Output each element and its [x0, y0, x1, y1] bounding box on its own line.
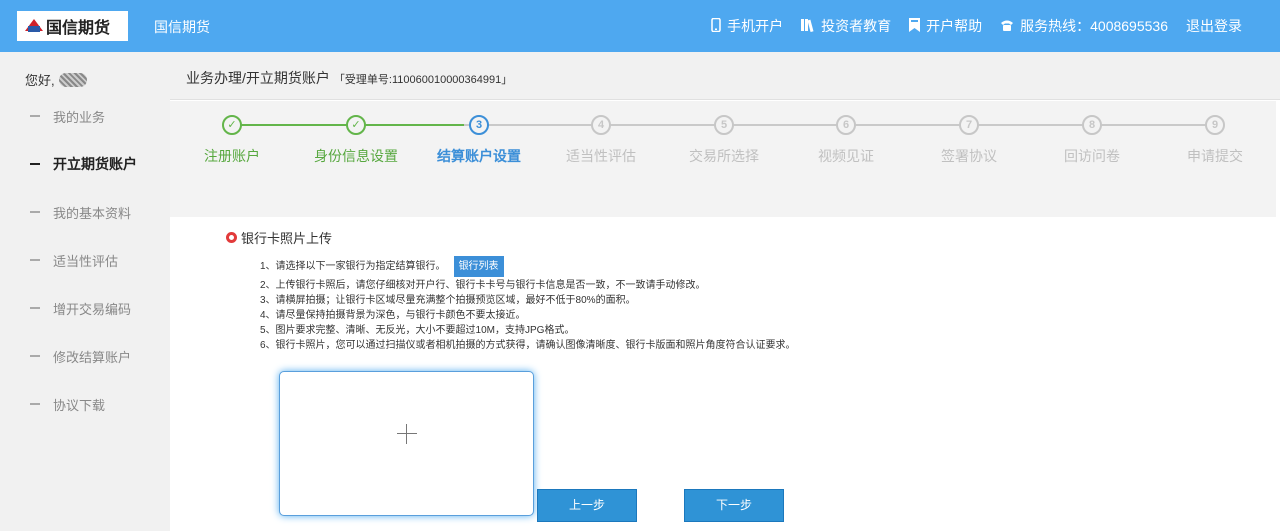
check-icon: ✓	[346, 115, 366, 135]
dash-icon	[30, 211, 40, 213]
order-number: 「受理单号:110060010000364991」	[333, 74, 513, 86]
top-header: 国信期货 国信期货 手机开户 投资者教育 开户帮助 服务热线：400869553…	[0, 0, 1280, 52]
dash-icon	[30, 163, 40, 165]
dash-icon	[30, 115, 40, 117]
sidebar-item-add-trading-code[interactable]: 增开交易编码	[0, 284, 170, 332]
main-panel: 业务办理/开立期货账户 「受理单号:110060010000364991」 ✓ 注册…	[170, 52, 1280, 531]
step-number: 3	[469, 115, 489, 135]
step-label: 结算账户设置	[437, 148, 521, 164]
books-icon	[801, 18, 815, 35]
step-number: 4	[591, 115, 611, 135]
check-icon: ✓	[222, 115, 242, 135]
bank-card-upload-box[interactable]	[279, 371, 534, 516]
step-number: 7	[959, 115, 979, 135]
sidebar-item-agreement-download[interactable]: 协议下载	[0, 380, 170, 428]
sidebar-item-open-futures-account[interactable]: 开立期货账户	[0, 140, 170, 188]
instruction-text: 1、请选择以下一家银行为指定结算银行。	[260, 260, 446, 272]
plus-icon	[397, 424, 417, 444]
breadcrumb-path: 业务办理/开立期货账户	[186, 70, 330, 86]
sidebar-item-label: 协议下载	[53, 397, 106, 413]
sidebar-item-modify-settlement[interactable]: 修改结算账户	[0, 332, 170, 380]
instruction-6: 6、银行卡照片，您可以通过扫描仪或者相机拍摄的方式获得，请确认图像清晰度、银行卡…	[260, 340, 796, 351]
sidebar-menu: 我的业务 开立期货账户 我的基本资料 适当性评估 增开交易编码 修改结算账户 协…	[0, 92, 170, 428]
nav-mobile-open[interactable]: 手机开户	[711, 16, 783, 36]
sidebar-item-label: 修改结算账户	[53, 349, 132, 365]
instruction-4: 4、请尽量保持拍摄背景为深色，与银行卡颜色不要太接近。	[260, 310, 526, 321]
step-label: 回访问卷	[1064, 148, 1120, 164]
step-label: 视频见证	[818, 148, 874, 164]
step-3: 3 结算账户设置	[419, 115, 539, 166]
instructions: 1、请选择以下一家银行为指定结算银行。 银行列表 2、上传银行卡照后，请您仔细核…	[260, 254, 796, 353]
greeting-text: 您好,	[25, 73, 55, 88]
nav-investor-education[interactable]: 投资者教育	[801, 16, 891, 36]
logo-text: 国信期货	[46, 18, 111, 37]
logo-icon	[25, 17, 43, 35]
step-7: 7 签署协议	[909, 115, 1029, 166]
ring-icon	[226, 232, 237, 243]
sidebar: 您好, 我的业务 开立期货账户 我的基本资料 适当性评估 增开交易编码 修改结算…	[0, 52, 170, 531]
nav-investor-education-label: 投资者教育	[821, 18, 892, 34]
nav-open-help-label: 开户帮助	[926, 18, 983, 34]
telephone-icon	[1000, 18, 1014, 34]
breadcrumb-bar: 业务办理/开立期货账户 「受理单号:110060010000364991」	[170, 52, 1280, 100]
top-nav: 手机开户 投资者教育 开户帮助 服务热线：4008695536 退出登录	[711, 0, 1280, 52]
nav-mobile-open-label: 手机开户	[727, 18, 784, 34]
step-label: 适当性评估	[566, 148, 636, 164]
logout-link[interactable]: 退出登录	[1186, 16, 1242, 36]
logo[interactable]: 国信期货	[17, 11, 128, 41]
step-number: 8	[1082, 115, 1102, 135]
dash-icon	[30, 355, 40, 357]
step-number: 9	[1205, 115, 1225, 135]
sidebar-item-basic-info[interactable]: 我的基本资料	[0, 188, 170, 236]
breadcrumb: 业务办理/开立期货账户 「受理单号:110060010000364991」	[186, 68, 512, 88]
step-label: 交易所选择	[689, 148, 759, 164]
nav-service-hotline-label: 服务热线：4008695536	[1020, 18, 1168, 34]
nav-service-hotline: 服务热线：4008695536	[1000, 16, 1168, 36]
step-4: 4 适当性评估	[541, 115, 661, 166]
step-label: 注册账户	[204, 148, 260, 164]
progress-steps: ✓ 注册账户 ✓ 身份信息设置 3 结算账户设置 4 适当性评估 5 交易所选择 6 视频见…	[186, 101, 1276, 217]
instruction-2: 2、上传银行卡照后，请您仔细核对开户行、银行卡卡号与银行卡信息是否一致，不一致请…	[260, 280, 706, 291]
step-5: 5 交易所选择	[664, 115, 784, 166]
dash-icon	[30, 307, 40, 309]
sidebar-item-label: 我的基本资料	[53, 205, 132, 221]
step-label: 签署协议	[941, 148, 997, 164]
bank-card-section: 银行卡照片上传 1、请选择以下一家银行为指定结算银行。 银行列表 2、上传银行卡…	[170, 217, 1276, 531]
prev-step-button[interactable]: 上一步	[537, 489, 637, 522]
user-greeting: 您好,	[25, 70, 87, 89]
section-title: 银行卡照片上传	[226, 228, 332, 247]
brand-name: 国信期货	[154, 19, 210, 35]
step-6: 6 视频见证	[786, 115, 906, 166]
progress-steps-bar: ✓ 注册账户 ✓ 身份信息设置 3 结算账户设置 4 适当性评估 5 交易所选择 6 视频见…	[170, 101, 1276, 217]
sidebar-item-label: 我的业务	[53, 109, 106, 125]
next-step-button[interactable]: 下一步	[684, 489, 784, 522]
instruction-1: 1、请选择以下一家银行为指定结算银行。 银行列表	[260, 254, 796, 278]
bookmark-icon	[909, 17, 921, 35]
step-9: 9 申请提交	[1155, 115, 1275, 166]
user-name-blurred	[58, 72, 87, 87]
phone-icon	[711, 17, 721, 35]
step-number: 6	[836, 115, 856, 135]
section-title-text: 银行卡照片上传	[241, 231, 333, 246]
dash-icon	[30, 259, 40, 261]
sidebar-item-label: 增开交易编码	[53, 301, 132, 317]
step-8: 8 回访问卷	[1032, 115, 1152, 166]
step-1: ✓ 注册账户	[172, 115, 292, 166]
sidebar-item-label: 适当性评估	[53, 253, 119, 269]
sidebar-item-label: 开立期货账户	[53, 156, 137, 172]
step-number: 5	[714, 115, 734, 135]
instruction-5: 5、图片要求完整、清晰、无反光，大小不要超过10M，支持JPG格式。	[260, 325, 575, 336]
step-2: ✓ 身份信息设置	[296, 115, 416, 166]
step-label: 身份信息设置	[314, 148, 398, 164]
dash-icon	[30, 403, 40, 405]
sidebar-item-suitability[interactable]: 适当性评估	[0, 236, 170, 284]
sidebar-item-my-business[interactable]: 我的业务	[0, 92, 170, 140]
step-label: 申请提交	[1187, 148, 1243, 164]
bank-list-button[interactable]: 银行列表	[453, 255, 504, 277]
nav-open-help[interactable]: 开户帮助	[909, 16, 982, 36]
instruction-3: 3、请横屏拍摄；让银行卡区域尽量充满整个拍摄预览区域，最好不低于80%的面积。	[260, 295, 636, 306]
